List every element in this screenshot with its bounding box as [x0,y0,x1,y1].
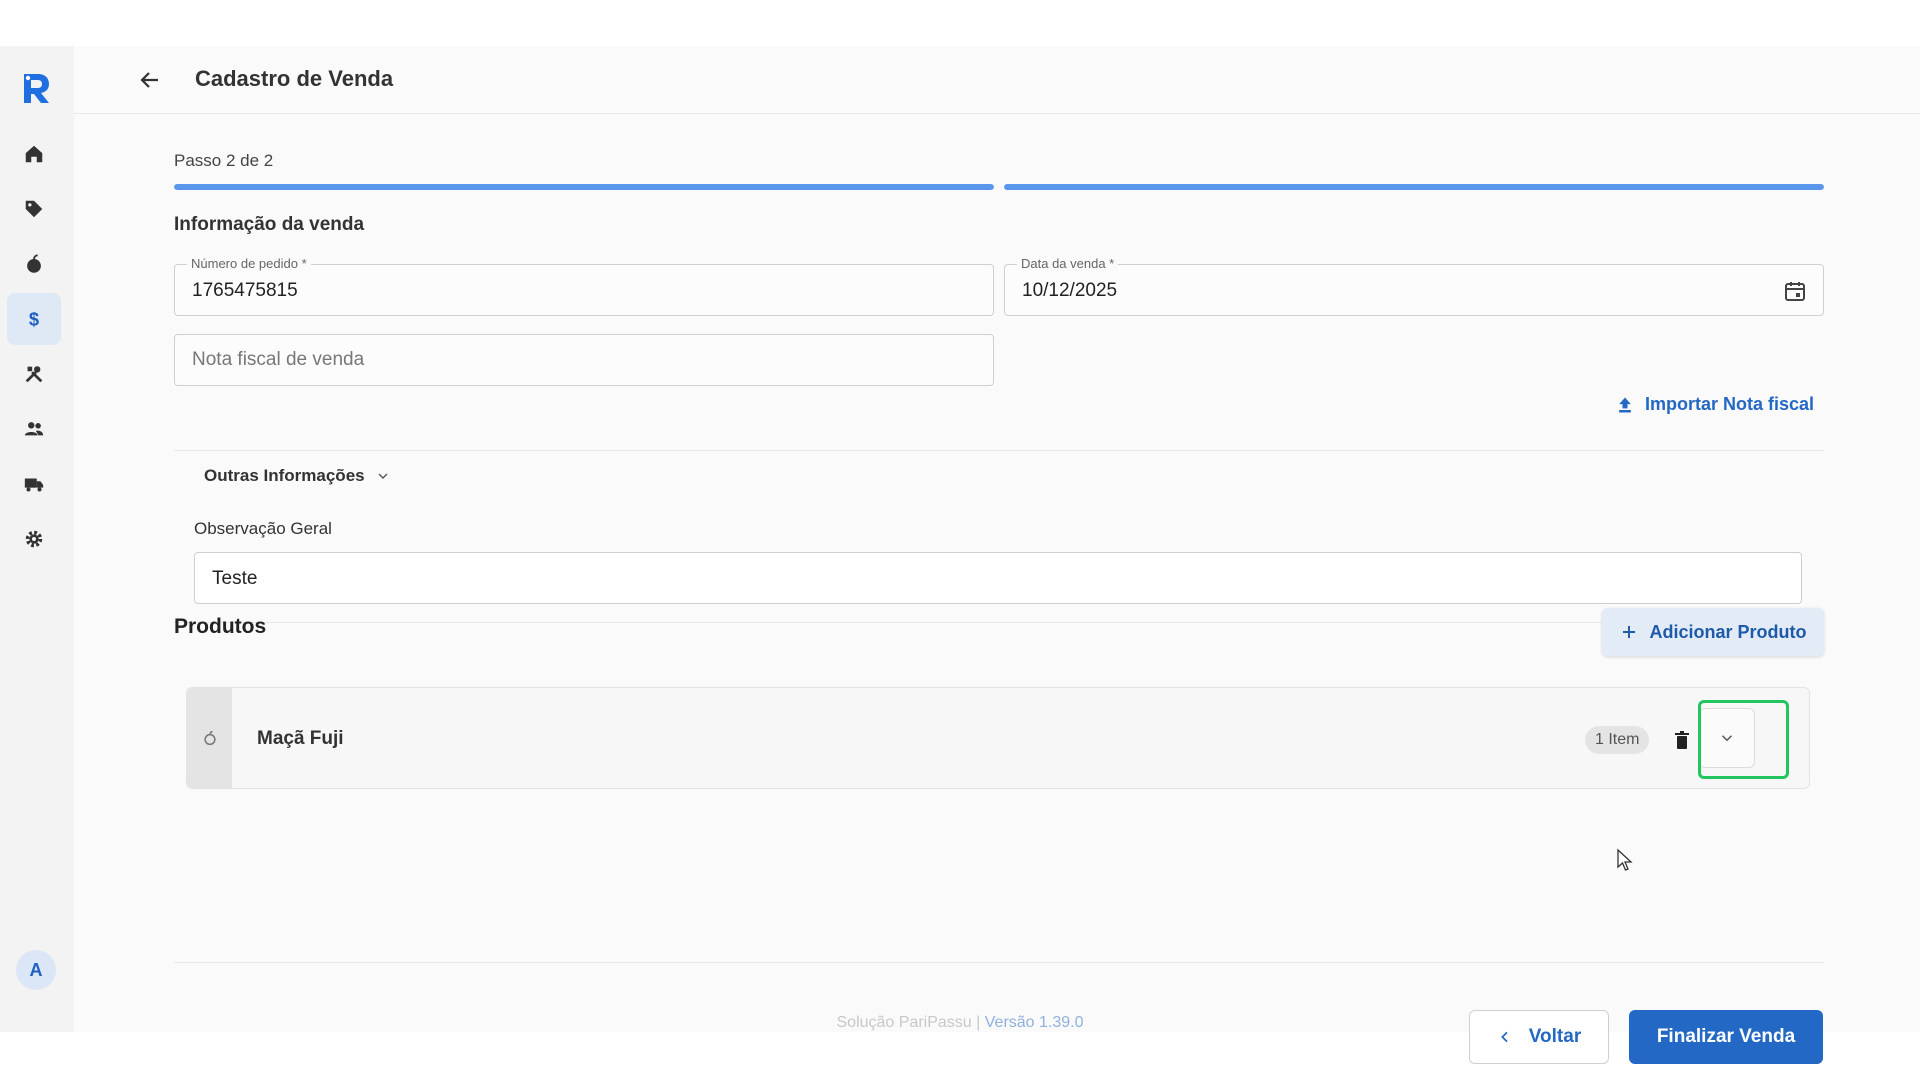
sale-date-field[interactable]: Data da venda * 10/12/2025 [1004,256,1824,316]
footer-version: Versão 1.39.0 [984,1014,1084,1031]
tools-icon [25,366,43,383]
svg-text:$: $ [29,308,39,329]
sidebar: $ A [0,46,74,1032]
footer-brand: Solução PariPassu [836,1014,972,1031]
arrow-left-icon [140,72,158,88]
import-invoice-link[interactable]: Importar Nota fiscal [1615,394,1814,415]
dollar-icon: $ [29,308,39,329]
other-info-toggle[interactable]: Outras Informações [204,466,391,486]
fruit-icon [203,730,216,746]
app-window: $ A Cadastro de Venda Passo 2 de 2 Infor… [0,46,1920,1064]
sidebar-item-users[interactable] [7,403,61,455]
upload-icon [1619,397,1631,412]
user-avatar[interactable]: A [16,950,56,990]
trash-icon[interactable] [1673,730,1691,750]
back-button[interactable] [134,64,166,96]
product-name: Maçã Fuji [257,728,344,749]
footer: Solução PariPassu | Versão 1.39.0 [0,1014,1920,1032]
app-logo[interactable] [20,70,52,106]
sale-date-value: 10/12/2025 [1022,280,1118,301]
sidebar-item-home[interactable] [7,128,61,180]
expand-product-button[interactable] [1699,708,1755,768]
divider [174,450,1824,451]
item-count-badge: 1 Item [1585,726,1650,754]
invoice-field[interactable] [174,334,994,386]
users-icon [24,422,44,436]
fruit-icon [27,254,41,273]
step-indicator: Passo 2 de 2 [174,151,274,170]
import-invoice-label: Importar Nota fiscal [1644,394,1814,414]
chevron-down-icon [1721,735,1733,742]
footer-separator: | [976,1014,981,1031]
sidebar-item-delivery[interactable] [7,458,61,510]
order-number-label: Número de pedido * [187,256,311,271]
sidebar-item-tags[interactable] [7,183,61,235]
add-product-button[interactable]: Adicionar Produto [1602,608,1824,656]
mouse-cursor-icon [1617,848,1633,871]
divider [174,622,1824,623]
calendar-icon[interactable] [1783,279,1807,303]
products-title: Produtos [174,615,267,638]
page-header: Cadastro de Venda [74,46,1920,114]
sidebar-item-settings[interactable] [7,513,61,565]
plus-icon [1622,626,1635,638]
home-icon [25,145,43,163]
product-card[interactable]: Maçã Fuji 1 Item [186,687,1810,789]
divider [174,962,1824,963]
drag-handle[interactable] [187,688,232,788]
sale-date-label: Data da venda * [1017,256,1119,271]
order-number-value: 1765475815 [192,280,298,301]
tag-icon [25,200,43,218]
sidebar-item-products[interactable] [7,238,61,290]
truck-icon [24,478,44,492]
observation-value: Teste [212,568,258,589]
progress-segment-2 [1004,184,1824,190]
other-info-label: Outras Informações [204,466,365,485]
order-number-field[interactable]: Número de pedido * 1765475815 [174,256,994,316]
section-title-sale-info: Informação da venda [174,214,365,235]
gear-icon [25,530,43,548]
sidebar-item-sales[interactable]: $ [7,293,61,345]
observation-label: Observação Geral [194,519,332,538]
observation-field[interactable]: Teste [194,552,1802,604]
sidebar-item-tools[interactable] [7,348,61,400]
progress-segment-1 [174,184,994,190]
page-title: Cadastro de Venda [195,66,394,91]
chevron-down-icon [378,473,388,479]
add-product-label: Adicionar Produto [1649,621,1807,642]
invoice-input[interactable] [175,335,993,385]
